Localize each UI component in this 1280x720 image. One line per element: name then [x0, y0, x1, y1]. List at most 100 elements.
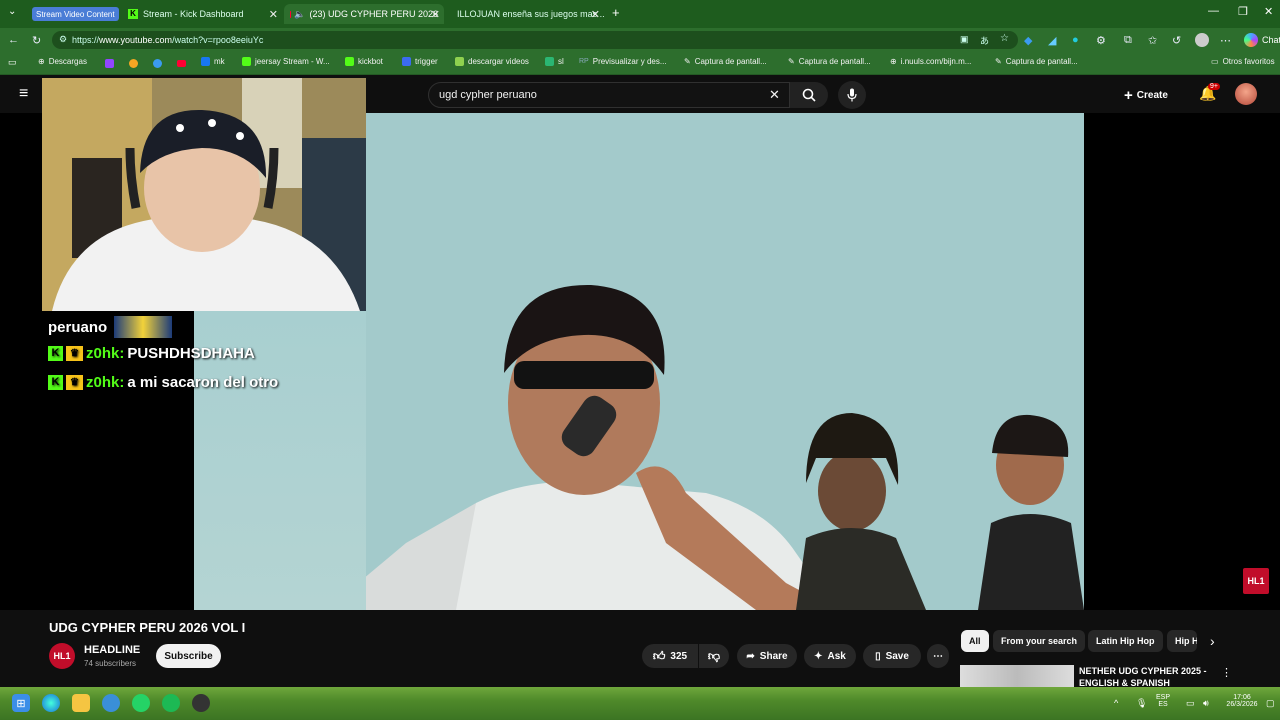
notifications-button[interactable]: 🔔 9+	[1199, 83, 1220, 105]
spotify-icon[interactable]	[162, 694, 180, 712]
history-icon[interactable]: ↺	[1172, 34, 1181, 47]
close-window-icon[interactable]: ✕	[1264, 5, 1273, 18]
channel-watermark-badge[interactable]: HL1	[1243, 568, 1269, 594]
create-button[interactable]: + Create	[1124, 84, 1168, 106]
windows-start-icon[interactable]: ⊞	[12, 694, 30, 712]
whatsapp-icon[interactable]	[132, 694, 150, 712]
hamburger-menu-icon[interactable]: ≡	[19, 85, 28, 103]
close-icon[interactable]: ✕	[591, 8, 600, 21]
tab-list-chevron-icon[interactable]: ⌄	[8, 6, 16, 17]
tab-label: ILLOJUAN enseña sus juegos mas ...	[457, 9, 604, 19]
close-icon[interactable]: ✕	[269, 8, 278, 21]
new-tab-plus-icon[interactable]: +	[612, 5, 620, 20]
account-avatar[interactable]	[1235, 83, 1257, 105]
bookmark-kickbot[interactable]: kickbot	[345, 57, 383, 66]
speaker-icon[interactable]: 🔈	[294, 9, 305, 20]
tab-youtube-video[interactable]: 🔈 (23) UDG CYPHER PERU 2026 ✕	[284, 4, 444, 24]
extensions-puzzle-icon[interactable]: ⚙	[1096, 34, 1106, 47]
bookmark-jeersay[interactable]: jeersay Stream - W...	[242, 57, 330, 66]
obs-icon[interactable]	[192, 694, 210, 712]
reload-icon[interactable]: ↻	[32, 34, 41, 47]
tab-kick-dashboard[interactable]: K Stream - Kick Dashboard ✕	[122, 4, 282, 24]
microphone-icon	[847, 88, 857, 102]
favorites-icon[interactable]: ✩	[1148, 34, 1157, 47]
bookmark-icon-blue[interactable]	[153, 59, 162, 68]
bookmark-mk[interactable]: mk	[201, 57, 225, 66]
search-button[interactable]	[790, 82, 828, 108]
volume-tray-icon[interactable]: 🔊︎	[1203, 698, 1209, 709]
bookmark-descargar-videos[interactable]: descargar videos	[455, 57, 529, 66]
create-label: Create	[1136, 89, 1168, 101]
restore-icon[interactable]: ❐	[1238, 5, 1248, 18]
bookmark-descargas[interactable]: ⊕ Descargas	[38, 57, 87, 66]
recommendation-title[interactable]: NETHER UDG CYPHER 2025 - ENGLISH & SPANI…	[1079, 665, 1209, 689]
bookmark-trigger[interactable]: trigger	[402, 57, 438, 66]
tab-group-label[interactable]: Stream Video Content	[32, 7, 119, 21]
translate-icon[interactable]: あ	[980, 34, 989, 47]
chat-message: peruano	[48, 318, 108, 336]
language-indicator[interactable]: ESP ES	[1156, 694, 1170, 708]
facebook-icon	[201, 57, 210, 66]
reading-list-icon[interactable]: ▭	[8, 57, 17, 68]
back-arrow-icon[interactable]: ←	[8, 34, 19, 46]
chip-latin-hip-hop[interactable]: Latin Hip Hop	[1088, 630, 1163, 652]
chip-hip-hop[interactable]: Hip H	[1167, 630, 1197, 652]
video-frame[interactable]	[366, 113, 1084, 610]
twitch-icon[interactable]	[105, 59, 114, 68]
chips-next-chevron-icon[interactable]: ›	[1210, 633, 1215, 649]
more-menu-icon[interactable]: ⋯	[1220, 34, 1231, 47]
more-actions-button[interactable]: ⋯	[927, 644, 949, 668]
mic-tray-icon[interactable]: 🎙︎	[1136, 698, 1147, 709]
tray-chevron-icon[interactable]: ^	[1114, 698, 1118, 708]
notification-center-icon[interactable]: ▢	[1266, 698, 1275, 709]
chat-button[interactable]: Chat	[1262, 35, 1280, 45]
chat-username: z0hk:	[86, 374, 125, 391]
url-input[interactable]: ⚙ https://www.youtube.com/watch?v=rpoo8e…	[52, 31, 1018, 49]
channel-avatar[interactable]: HL1	[49, 643, 75, 669]
save-button[interactable]: ▯ Save	[863, 644, 921, 668]
bookmark-previsualizar[interactable]: RP Previsualizar y des...	[579, 57, 667, 66]
close-icon[interactable]: ✕	[431, 8, 440, 21]
chip-from-your-search[interactable]: From your search	[993, 630, 1086, 652]
bookmark-label: descargar videos	[468, 57, 529, 66]
copilot-icon[interactable]	[1244, 33, 1258, 47]
recommendation-menu-icon[interactable]: ⋮	[1221, 666, 1232, 679]
app-icon[interactable]	[102, 694, 120, 712]
split-screen-icon[interactable]: ⧉	[1124, 34, 1132, 47]
star-bookmark-icon[interactable]: ☆	[1000, 33, 1009, 44]
share-button[interactable]: ➦ Share	[737, 644, 797, 668]
chip-all[interactable]: All	[961, 630, 989, 652]
youtube-bookmark-icon[interactable]	[177, 60, 186, 67]
bookmark-captura-2[interactable]: ✎ Captura de pantall...	[788, 57, 871, 66]
search-input[interactable]: ugd cypher peruano ✕	[428, 82, 790, 108]
bookmark-nuuls[interactable]: ⊕ i.nuuls.com/bijn.m...	[890, 57, 971, 66]
extension-3-icon[interactable]: ●	[1072, 34, 1079, 46]
install-app-icon[interactable]: ▣	[960, 34, 969, 45]
extension-1-icon[interactable]: ◆	[1024, 34, 1032, 47]
site-info-icon[interactable]: ⚙	[59, 34, 67, 45]
extension-2-icon[interactable]: ◢	[1048, 34, 1056, 47]
tab-illojuan[interactable]: ILLOJUAN enseña sus juegos mas ... ✕	[446, 4, 604, 24]
display-tray-icon[interactable]: ▭	[1186, 698, 1195, 709]
emote-image	[114, 316, 173, 338]
like-button[interactable]: 👍︎ 325	[642, 644, 698, 668]
ask-button[interactable]: ✦ Ask	[804, 644, 856, 668]
pen-icon: ✎	[684, 57, 691, 66]
voice-search-button[interactable]	[838, 81, 866, 109]
dislike-button[interactable]: 👎︎	[699, 644, 729, 668]
bookmark-captura-1[interactable]: ✎ Captura de pantall...	[684, 57, 767, 66]
bookmark-sl[interactable]: sl	[545, 57, 564, 66]
ask-label: Ask	[827, 650, 846, 662]
file-explorer-icon[interactable]	[72, 694, 90, 712]
channel-name[interactable]: HEADLINE	[84, 644, 140, 656]
bookmark-icon-orange[interactable]	[129, 59, 138, 68]
edge-icon[interactable]	[42, 694, 60, 712]
profile-avatar[interactable]	[1195, 33, 1209, 47]
minimize-icon[interactable]: —	[1208, 5, 1219, 17]
bookmark-captura-3[interactable]: ✎ Captura de pantall...	[995, 57, 1078, 66]
clear-search-icon[interactable]: ✕	[769, 87, 780, 103]
clock[interactable]: 17:06 26/3/2026	[1222, 694, 1262, 708]
subscribe-button[interactable]: Subscribe	[156, 644, 221, 668]
bookmark-other-favorites[interactable]: ▭ Otros favoritos	[1211, 57, 1275, 66]
recommendation-thumbnail[interactable]	[960, 665, 1074, 687]
